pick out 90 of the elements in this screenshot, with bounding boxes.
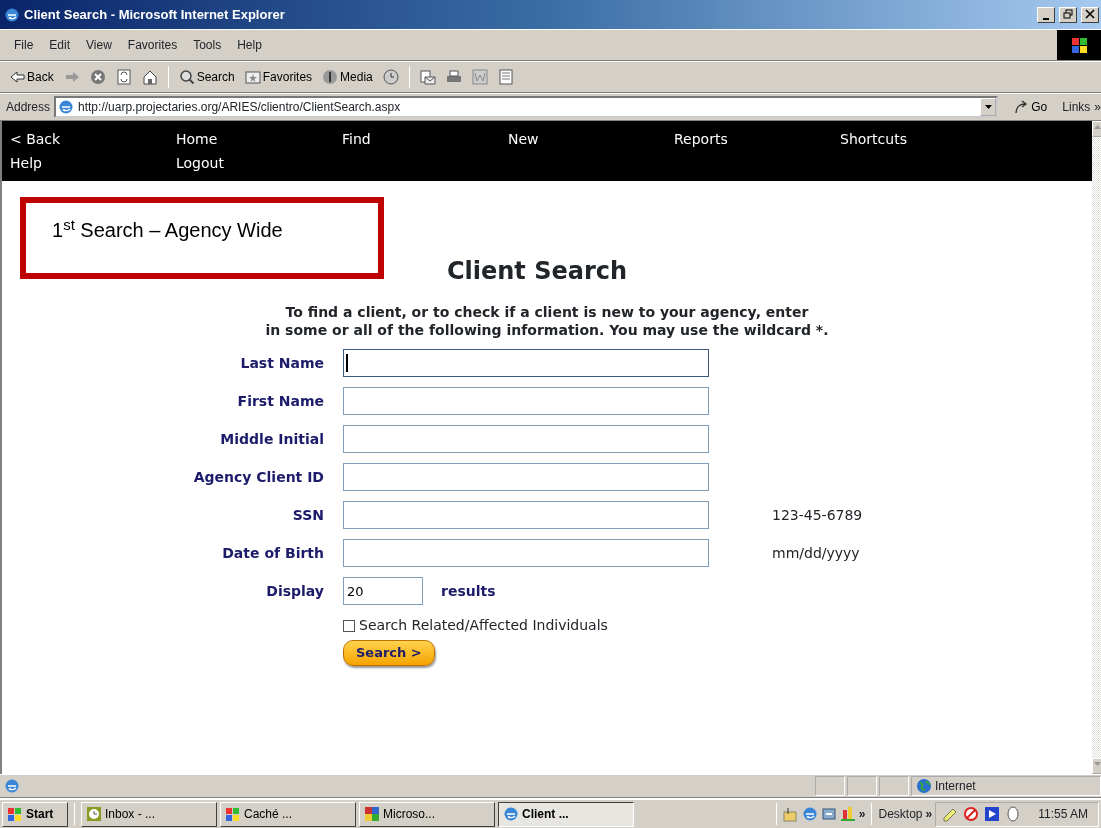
chevron-icon[interactable]: » (925, 805, 933, 823)
address-label: Address (6, 99, 51, 116)
search-icon (178, 69, 195, 85)
minimize-icon (1043, 17, 1049, 20)
media-button[interactable]: Media (319, 66, 376, 88)
field-label: Date of Birth (221, 543, 324, 563)
windows-flag-icon (225, 806, 241, 822)
go-button[interactable]: Go (1010, 96, 1051, 118)
ie-icon (503, 806, 519, 822)
format-hint: mm/dd/yyyy (771, 543, 861, 563)
taskbar-button[interactable]: Client ... (498, 801, 634, 827)
forward-arrow-icon (63, 69, 80, 85)
links-button[interactable]: Links (1062, 98, 1091, 116)
menu-item[interactable]: Help (229, 36, 270, 54)
document-w-icon (471, 69, 488, 85)
text-field[interactable] (343, 349, 709, 377)
taskbar-button[interactable]: Microso... (359, 801, 495, 827)
field-label: SSN (291, 505, 324, 525)
window-title: Client Search - Microsoft Internet Explorer (24, 5, 286, 24)
windows-logo-icon (1070, 36, 1088, 54)
ie-page-icon (4, 778, 20, 794)
results-label: results (441, 581, 496, 601)
chevron-icon[interactable]: » (1094, 98, 1101, 116)
start-button[interactable]: Start (2, 801, 68, 827)
ie-page-icon (58, 99, 75, 115)
instruction-text: To find a client, or to check if a client is new to your agency, enter (284, 303, 810, 321)
close-icon (1085, 8, 1095, 19)
taskbar-button[interactable]: Inbox - ... (81, 801, 217, 827)
field-label: Display (265, 581, 324, 601)
menu-item[interactable]: File (6, 36, 42, 54)
back-button[interactable]: Back (6, 66, 57, 88)
nav-link[interactable]: Home (176, 127, 342, 151)
close-button[interactable] (1081, 6, 1099, 23)
search-button[interactable]: Search > (343, 640, 435, 666)
nav-link[interactable]: Help (10, 151, 176, 175)
minimize-button[interactable] (1037, 6, 1055, 23)
checkbox[interactable] (343, 619, 355, 632)
no-sign-icon[interactable] (963, 806, 980, 822)
menu-item[interactable]: Edit (41, 36, 79, 54)
restore-button[interactable] (1059, 6, 1077, 23)
text-field[interactable] (343, 501, 709, 529)
printer-icon (445, 69, 462, 85)
globe-icon (916, 778, 932, 794)
address-field[interactable]: http://uarp.projectaries.org/ARIES/clientro/ClientSearch.aspx (54, 96, 999, 118)
home-icon (141, 69, 158, 85)
nav-link[interactable]: New (508, 127, 674, 151)
mail-icon (419, 69, 436, 85)
text-field[interactable] (343, 539, 709, 567)
taskbar-button[interactable]: Caché ... (220, 801, 356, 827)
desktop-toolbar-label[interactable]: Desktop (878, 805, 923, 823)
field-label: Middle Initial (219, 429, 324, 449)
windows-flag-icon (7, 806, 23, 822)
refresh-icon (115, 69, 132, 85)
pencil-icon[interactable] (942, 806, 959, 822)
page-heading: Client Search (445, 256, 629, 287)
search-button[interactable]: Search (175, 66, 238, 88)
clock-text: 11:55 AM (1038, 806, 1088, 823)
document-icon (497, 69, 514, 85)
play-icon[interactable] (984, 806, 1001, 822)
chevron-icon[interactable]: » (858, 805, 866, 823)
field-label: Last Name (239, 353, 324, 373)
restore-icon (1063, 8, 1073, 19)
ie-icon (4, 6, 20, 23)
clock-app-icon (86, 806, 102, 822)
ie-icon[interactable] (801, 806, 818, 822)
nav-link[interactable]: Shortcuts (840, 127, 1006, 151)
stop-icon (89, 69, 106, 85)
callout-text: 1$^{st}$ Search – Agency Wide (52, 219, 283, 241)
history-icon (382, 69, 399, 85)
text-field[interactable] (343, 387, 709, 415)
puzzle-icon (364, 806, 380, 822)
menu-item[interactable]: Tools (185, 36, 230, 54)
nav-link[interactable]: Logout (176, 151, 342, 175)
display-count-field[interactable]: 20 (343, 577, 423, 605)
back-arrow-icon (9, 69, 25, 85)
favorites-button[interactable]: Favorites (241, 66, 316, 88)
zone-text: Internet (935, 778, 976, 795)
text-field[interactable] (343, 425, 709, 453)
nav-link[interactable]: < Back (10, 127, 176, 151)
field-label: First Name (236, 391, 324, 411)
field-label: Agency Client ID (192, 467, 324, 487)
instruction-text: in some or all of the following information. You may use the wildcard *. (264, 321, 830, 339)
nav-link[interactable]: Reports (674, 127, 840, 151)
dropdown-arrow-icon[interactable] (983, 103, 993, 111)
menu-item[interactable]: View (78, 36, 120, 54)
menu-item[interactable]: Favorites (119, 36, 186, 54)
nav-link[interactable]: Find (342, 127, 508, 151)
format-hint: 123-45-6789 (771, 505, 864, 525)
text-field[interactable] (343, 463, 709, 491)
checkbox-label: Search Related/Affected Individuals (359, 616, 608, 635)
